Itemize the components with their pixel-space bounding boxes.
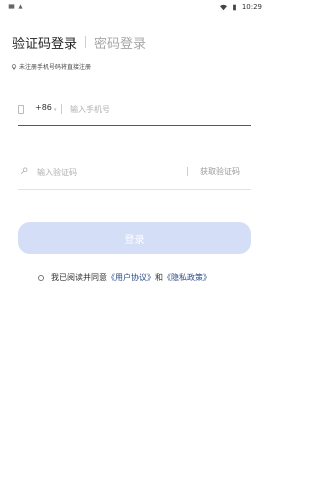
- verification-field: 获取验证码: [18, 159, 251, 190]
- debug-icon: [18, 4, 23, 9]
- login-tabs: 验证码登录 密码登录: [12, 33, 146, 52]
- battery-icon: [232, 4, 236, 10]
- location-pin-icon: [11, 63, 17, 70]
- phone-input[interactable]: [68, 102, 242, 116]
- agreement-prefix: 我已阅读并同意: [51, 273, 107, 282]
- status-time: 10:29: [241, 3, 262, 11]
- country-code[interactable]: +86: [35, 103, 52, 112]
- status-right: 10:29: [219, 3, 262, 11]
- user-agreement-link[interactable]: 《用户协议》: [107, 272, 155, 283]
- code-divider: [187, 167, 188, 176]
- login-button[interactable]: 登录: [18, 222, 251, 254]
- agreement-and: 和: [155, 273, 163, 282]
- register-notice-text: 未注册手机号码将直接注册: [19, 64, 92, 71]
- tab-password-login[interactable]: 密码登录: [94, 33, 146, 52]
- status-bar: 10:29: [0, 0, 270, 14]
- wifi-icon: [219, 4, 227, 10]
- chevron-down-icon[interactable]: ▾: [54, 107, 57, 113]
- status-left: [8, 3, 24, 12]
- get-code-button[interactable]: 获取验证码: [200, 166, 240, 177]
- tab-sms-login[interactable]: 验证码登录: [12, 33, 77, 52]
- agreement-row: 我已阅读并同意 《用户协议》 和 《隐私政策》: [38, 272, 211, 283]
- tab-divider: [85, 36, 87, 48]
- privacy-policy-link[interactable]: 《隐私政策》: [163, 272, 211, 283]
- phone-field: +86 ▾: [18, 95, 251, 126]
- phone-icon: [18, 105, 24, 114]
- register-notice: 未注册手机号码将直接注册: [11, 62, 91, 71]
- phone-divider: [61, 104, 62, 114]
- agreement-checkbox[interactable]: [38, 274, 44, 281]
- verification-code-input[interactable]: [35, 165, 179, 179]
- notification-icon: [8, 4, 15, 9]
- key-icon: [20, 167, 28, 175]
